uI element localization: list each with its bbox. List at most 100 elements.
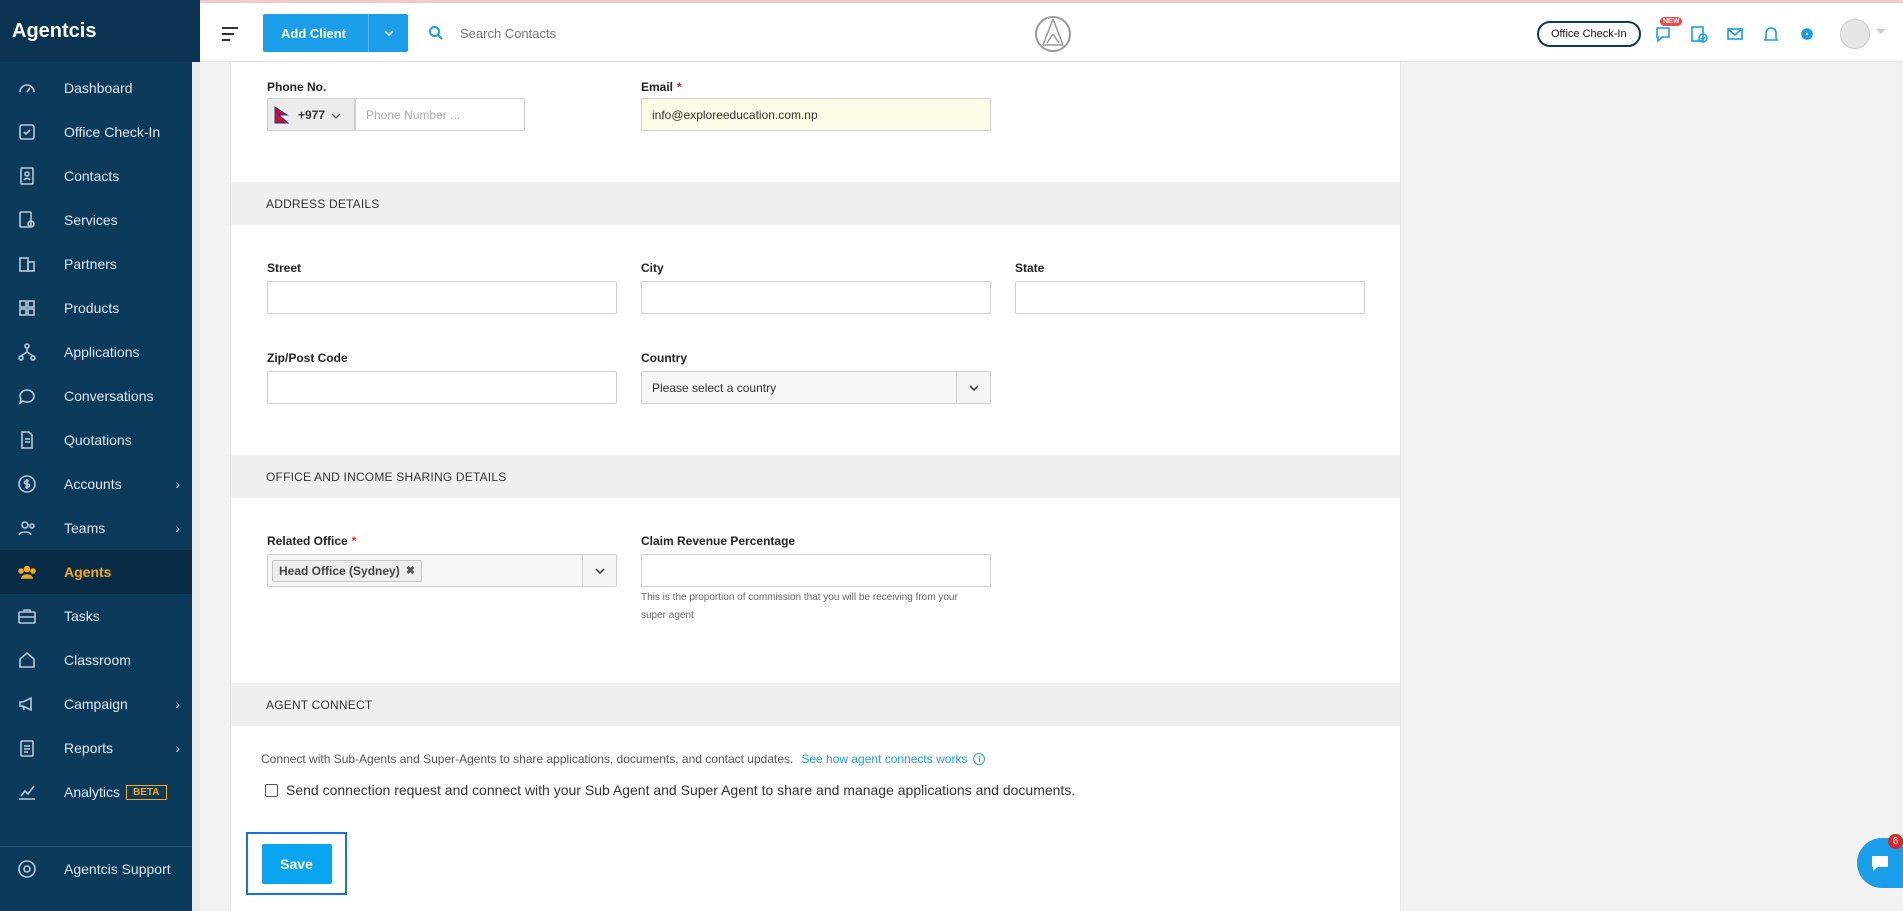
company-logo-icon: [1035, 16, 1071, 52]
notifications-icon[interactable]: [1760, 23, 1782, 45]
sidebar-item-contacts[interactable]: Contacts: [0, 154, 192, 198]
email-label: Email *: [641, 80, 682, 94]
sidebar-scrollbar[interactable]: [192, 62, 200, 911]
sidebar-item-tasks[interactable]: Tasks: [0, 594, 192, 638]
street-input[interactable]: [267, 281, 617, 314]
sidebar-item-teams[interactable]: Teams ›: [0, 506, 192, 550]
sidebar-item-label: Agents: [64, 564, 112, 580]
lifebuoy-icon: [16, 858, 38, 880]
city-input[interactable]: [641, 281, 991, 314]
conversations-icon: [16, 385, 38, 407]
search-bar: [428, 25, 660, 41]
sidebar-item-conversations[interactable]: Conversations: [0, 374, 192, 418]
sidebar-item-label: Services: [64, 212, 118, 228]
checkin-icon: [16, 121, 38, 143]
sidebar: Agentcis Dashboard Office Check-In Conta…: [0, 0, 200, 911]
save-button[interactable]: Save: [261, 843, 332, 884]
related-office-chip: Head Office (Sydney) ✖: [272, 559, 422, 582]
sidebar-item-label: Contacts: [64, 168, 120, 184]
email-field[interactable]: info@exploreeducation.com.np: [641, 98, 991, 131]
sidebar-item-accounts[interactable]: Accounts ›: [0, 462, 192, 506]
sidebar-item-label: Analytics: [64, 784, 121, 800]
sidebar-support: Agentcis Support: [0, 846, 192, 891]
applications-icon: [16, 341, 38, 363]
connect-request-checkbox[interactable]: [265, 783, 278, 797]
announcements-icon[interactable]: NEW: [1652, 17, 1683, 45]
state-input[interactable]: [1015, 281, 1365, 314]
avatar[interactable]: [1840, 19, 1870, 49]
sidebar-item-label: Accounts: [64, 476, 122, 492]
chevron-right-icon: ›: [175, 740, 180, 756]
partners-icon: [16, 253, 38, 275]
reports-icon: [16, 737, 38, 759]
search-input[interactable]: [460, 25, 660, 41]
phone-label: Phone No.: [267, 80, 327, 94]
briefcase-icon: [16, 605, 38, 627]
sidebar-item-applications[interactable]: Applications: [0, 330, 192, 374]
country-select-value: Please select a country: [652, 380, 777, 395]
sidebar-item-reports[interactable]: Reports ›: [0, 726, 192, 770]
address-details-header: ADDRESS DETAILS: [231, 182, 1400, 225]
chevron-right-icon: ›: [175, 696, 180, 712]
sidebar-item-classroom[interactable]: Classroom: [0, 638, 192, 682]
connect-request-row: Send connection request and connect with…: [265, 782, 1075, 798]
sidebar-item-campaign[interactable]: Campaign ›: [0, 682, 192, 726]
info-icon: i: [973, 753, 986, 765]
mail-icon[interactable]: [1724, 23, 1746, 45]
classroom-icon: [16, 649, 38, 671]
sidebar-item-label: Dashboard: [64, 80, 133, 96]
save-button-focus-outline: Save: [246, 832, 347, 895]
brand-logo[interactable]: Agentcis: [0, 0, 200, 62]
remove-chip-icon[interactable]: ✖: [406, 564, 415, 577]
city-label: City: [641, 261, 664, 275]
topbar: Add Client Office Check-In NEW: [200, 0, 1903, 62]
zip-input[interactable]: [267, 371, 617, 404]
chevron-down-icon: [582, 555, 616, 586]
sidebar-item-label: Products: [64, 300, 120, 316]
chevron-down-icon: [956, 372, 990, 403]
sidebar-item-quotations[interactable]: Quotations: [0, 418, 192, 462]
office-income-header: OFFICE AND INCOME SHARING DETAILS: [231, 455, 1400, 498]
chevron-down-icon[interactable]: [368, 14, 408, 52]
sidebar-nav: Dashboard Office Check-In Contacts Servi…: [0, 62, 192, 814]
teams-icon: [16, 517, 38, 539]
sidebar-item-agents[interactable]: Agents: [0, 550, 192, 594]
sidebar-item-label: Agentcis Support: [64, 861, 171, 877]
sidebar-item-label: Tasks: [64, 608, 100, 624]
settings-gear-icon[interactable]: [1796, 23, 1818, 45]
phone-number-input[interactable]: Phone Number ...: [355, 98, 525, 131]
sidebar-item-analytics[interactable]: Analytics BETA: [0, 770, 192, 814]
office-check-in-button[interactable]: Office Check-In: [1537, 21, 1641, 47]
search-icon: [429, 26, 443, 40]
agent-connect-description: Connect with Sub-Agents and Super-Agents…: [261, 752, 986, 766]
chevron-down-icon: [331, 108, 341, 122]
sidebar-item-label: Applications: [64, 344, 140, 360]
sidebar-item-partners[interactable]: Partners: [0, 242, 192, 286]
country-select[interactable]: Please select a country: [641, 371, 991, 404]
claim-revenue-input[interactable]: [641, 554, 991, 587]
services-icon: [16, 209, 38, 231]
country-code-select[interactable]: +977: [267, 98, 355, 131]
add-client-label: Add Client: [281, 25, 346, 41]
country-code: +977: [298, 107, 326, 122]
new-badge: NEW: [1660, 17, 1683, 26]
sidebar-item-agentcis-support[interactable]: Agentcis Support: [0, 847, 192, 891]
add-client-button[interactable]: Add Client: [263, 14, 408, 52]
sidebar-item-label: Office Check-In: [64, 124, 161, 140]
agents-icon: [16, 561, 38, 583]
sidebar-item-office-check-in[interactable]: Office Check-In: [0, 110, 192, 154]
dollar-icon: [16, 473, 38, 495]
claim-revenue-hint: This is the proportion of commission tha…: [641, 592, 958, 621]
agent-connect-help-link[interactable]: See how agent connects works i: [801, 752, 986, 766]
state-label: State: [1015, 261, 1045, 275]
sidebar-item-products[interactable]: Products: [0, 286, 192, 330]
tasks-check-icon[interactable]: [1688, 23, 1710, 45]
beta-badge: BETA: [126, 784, 167, 800]
sidebar-item-services[interactable]: Services: [0, 198, 192, 242]
chat-bubble-icon: [1872, 856, 1888, 871]
sidebar-item-dashboard[interactable]: Dashboard: [0, 66, 192, 110]
street-label: Street: [267, 261, 302, 275]
chevron-down-icon[interactable]: [1876, 29, 1886, 34]
related-office-select[interactable]: Head Office (Sydney) ✖: [267, 554, 617, 587]
menu-toggle-icon[interactable]: [222, 27, 238, 41]
